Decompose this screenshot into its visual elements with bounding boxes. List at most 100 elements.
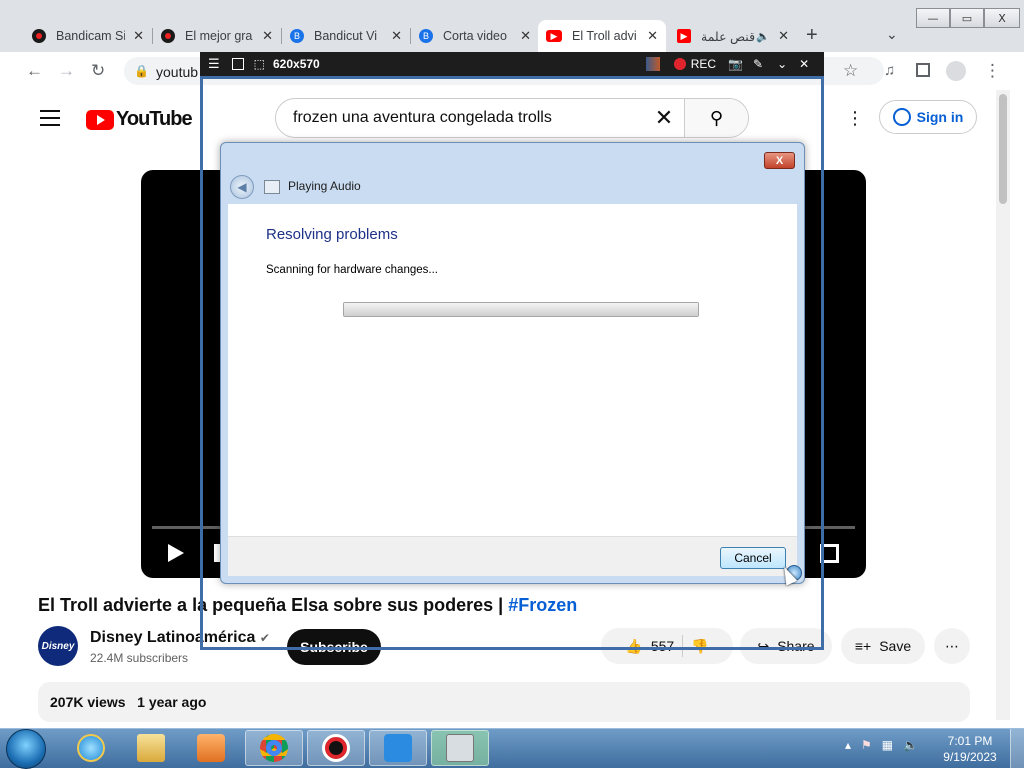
show-desktop-button[interactable] bbox=[1010, 729, 1024, 768]
save-button[interactable]: ≡+ Save bbox=[841, 628, 925, 664]
upload-age: 1 year ago bbox=[137, 694, 207, 710]
bandicut-icon: B bbox=[419, 29, 433, 43]
browser-tab[interactable]: ▶ قنص علمة 🔈 ✕ bbox=[669, 20, 797, 52]
dialog-close-button[interactable]: X bbox=[764, 152, 795, 169]
settings-more-icon[interactable]: ⋮ bbox=[846, 108, 864, 129]
more-actions-icon[interactable]: ⋯ bbox=[934, 628, 970, 664]
new-tab-button[interactable]: + bbox=[806, 24, 818, 47]
youtube-icon: ▶ bbox=[677, 29, 691, 43]
bandicut-icon: B bbox=[290, 29, 304, 43]
tab-close-icon[interactable]: ✕ bbox=[647, 28, 658, 44]
region-select-icon[interactable]: ⬚ bbox=[254, 57, 265, 71]
clock-time: 7:01 PM bbox=[947, 734, 993, 748]
pencil-draw-icon[interactable]: ✎ bbox=[753, 57, 763, 71]
dialog-body bbox=[228, 204, 797, 536]
progress-fill bbox=[344, 303, 698, 316]
dialog-status-text: Scanning for hardware changes... bbox=[266, 264, 438, 276]
youtube-icon bbox=[86, 109, 114, 130]
sign-in-button[interactable]: Sign in bbox=[879, 100, 977, 134]
play-icon[interactable] bbox=[168, 544, 184, 562]
bandicam-close-icon[interactable]: ✕ bbox=[799, 57, 809, 71]
side-panel-icon[interactable] bbox=[916, 63, 930, 77]
capture-size: 620x570 bbox=[273, 57, 320, 71]
start-button[interactable] bbox=[6, 729, 46, 769]
tab-close-icon[interactable]: ✕ bbox=[520, 28, 531, 44]
back-arrow-icon[interactable]: ◀ bbox=[230, 175, 254, 199]
dialog-footer bbox=[228, 536, 797, 576]
browser-tab[interactable]: B Bandicut Vi ✕ bbox=[282, 20, 410, 52]
youtube-wordmark: YouTube bbox=[116, 108, 193, 130]
dialog-heading: Resolving problems bbox=[266, 226, 398, 243]
browser-menu-icon[interactable]: ⋮ bbox=[984, 61, 1001, 81]
tab-close-icon[interactable]: ✕ bbox=[262, 28, 273, 44]
subscriber-count: 22.4M subscribers bbox=[90, 651, 189, 665]
youtube-icon: ▶ bbox=[546, 30, 562, 42]
forward-arrow-icon[interactable]: → bbox=[58, 61, 75, 81]
media-player-icon[interactable] bbox=[182, 730, 240, 766]
description-box[interactable]: 207K views 1 year ago bbox=[38, 682, 970, 722]
dialog-caption: Playing Audio bbox=[288, 179, 361, 193]
screenshot-camera-icon[interactable]: 📷 bbox=[728, 57, 743, 71]
url-text: youtub bbox=[156, 64, 199, 80]
bookmark-star-icon[interactable]: ☆ bbox=[843, 61, 858, 81]
tab-label: El Troll advi bbox=[572, 29, 637, 43]
playlist-add-icon: ≡+ bbox=[854, 638, 872, 654]
tab-close-icon[interactable]: ✕ bbox=[778, 28, 789, 44]
volume-muted-icon[interactable]: 🔈 bbox=[903, 738, 918, 752]
tray-expand-chevron-icon[interactable]: ▴ bbox=[845, 738, 851, 752]
browser-tab-active[interactable]: ▶ El Troll advi ✕ bbox=[538, 20, 666, 52]
tab-label: El mejor gra bbox=[185, 29, 253, 43]
collapse-chevron-icon[interactable]: ⌄ bbox=[777, 57, 787, 71]
tab-label: قنص علمة bbox=[701, 29, 756, 44]
bandicam-icon bbox=[161, 29, 175, 43]
save-label: Save bbox=[879, 638, 912, 654]
lock-icon: 🔒 bbox=[134, 64, 149, 78]
bandicam-toolbar: ☰ ⬚ 620x570 REC 📷 ✎ ⌄ ✕ bbox=[200, 52, 824, 76]
browser-tab[interactable]: El mejor gra ✕ bbox=[153, 20, 281, 52]
account-icon bbox=[892, 108, 911, 126]
tab-search-chevron-icon[interactable]: ⌄ bbox=[886, 26, 898, 43]
system-tray: ▴ ⚑ ▦ 🔈 bbox=[845, 738, 918, 752]
scan-progress-bar bbox=[343, 302, 699, 317]
back-arrow-icon[interactable]: ← bbox=[26, 61, 43, 81]
youtube-logo[interactable]: YouTube bbox=[86, 108, 193, 131]
network-icon[interactable]: ▦ bbox=[882, 738, 893, 752]
channel-avatar[interactable]: Disney bbox=[38, 626, 78, 666]
file-explorer-icon[interactable] bbox=[122, 730, 180, 766]
bandicut-icon[interactable] bbox=[369, 730, 427, 766]
browser-tab[interactable]: Bandicam Si ✕ bbox=[24, 20, 152, 52]
action-center-flag-icon[interactable]: ⚑ bbox=[861, 738, 872, 752]
close-window-button[interactable]: X bbox=[984, 8, 1020, 28]
audio-level-icon bbox=[645, 57, 660, 71]
tab-strip: Bandicam Si ✕ El mejor gra ✕ B Bandicut … bbox=[24, 20, 924, 52]
chrome-icon[interactable] bbox=[245, 730, 303, 766]
taskbar-clock[interactable]: 7:01 PM 9/19/2023 bbox=[936, 733, 1004, 765]
troubleshooter-icon bbox=[264, 180, 280, 194]
troubleshooter-icon[interactable] bbox=[431, 730, 489, 766]
restore-button[interactable]: ▭ bbox=[950, 8, 984, 28]
sign-in-label: Sign in bbox=[916, 109, 964, 125]
tab-label: Corta video bbox=[443, 29, 507, 43]
tab-close-icon[interactable]: ✕ bbox=[133, 28, 144, 44]
media-control-icon[interactable]: ♫ bbox=[884, 62, 895, 79]
rec-button[interactable]: REC bbox=[691, 57, 716, 71]
speaker-icon: 🔈 bbox=[756, 30, 771, 43]
cancel-button[interactable]: Cancel bbox=[720, 547, 786, 569]
bandicam-menu-icon[interactable]: ☰ bbox=[208, 56, 220, 72]
bandicam-icon[interactable] bbox=[307, 730, 365, 766]
tab-label: Bandicam Si bbox=[56, 29, 126, 43]
internet-explorer-icon[interactable] bbox=[62, 730, 120, 766]
reload-icon[interactable]: ↻ bbox=[91, 61, 105, 81]
record-icon[interactable] bbox=[673, 58, 686, 70]
tab-label: Bandicut Vi bbox=[314, 29, 378, 43]
view-count: 207K views bbox=[50, 694, 126, 710]
bandicam-icon bbox=[32, 29, 46, 43]
clock-date: 9/19/2023 bbox=[943, 750, 997, 764]
capture-region-icon[interactable] bbox=[231, 58, 244, 70]
profile-avatar[interactable] bbox=[946, 61, 966, 81]
browser-tab[interactable]: B Corta video ✕ bbox=[411, 20, 539, 52]
scrollbar-thumb[interactable] bbox=[999, 94, 1007, 204]
hamburger-menu-icon[interactable] bbox=[40, 110, 60, 131]
tab-close-icon[interactable]: ✕ bbox=[391, 28, 402, 44]
window-controls: — ▭ X bbox=[916, 8, 1020, 30]
